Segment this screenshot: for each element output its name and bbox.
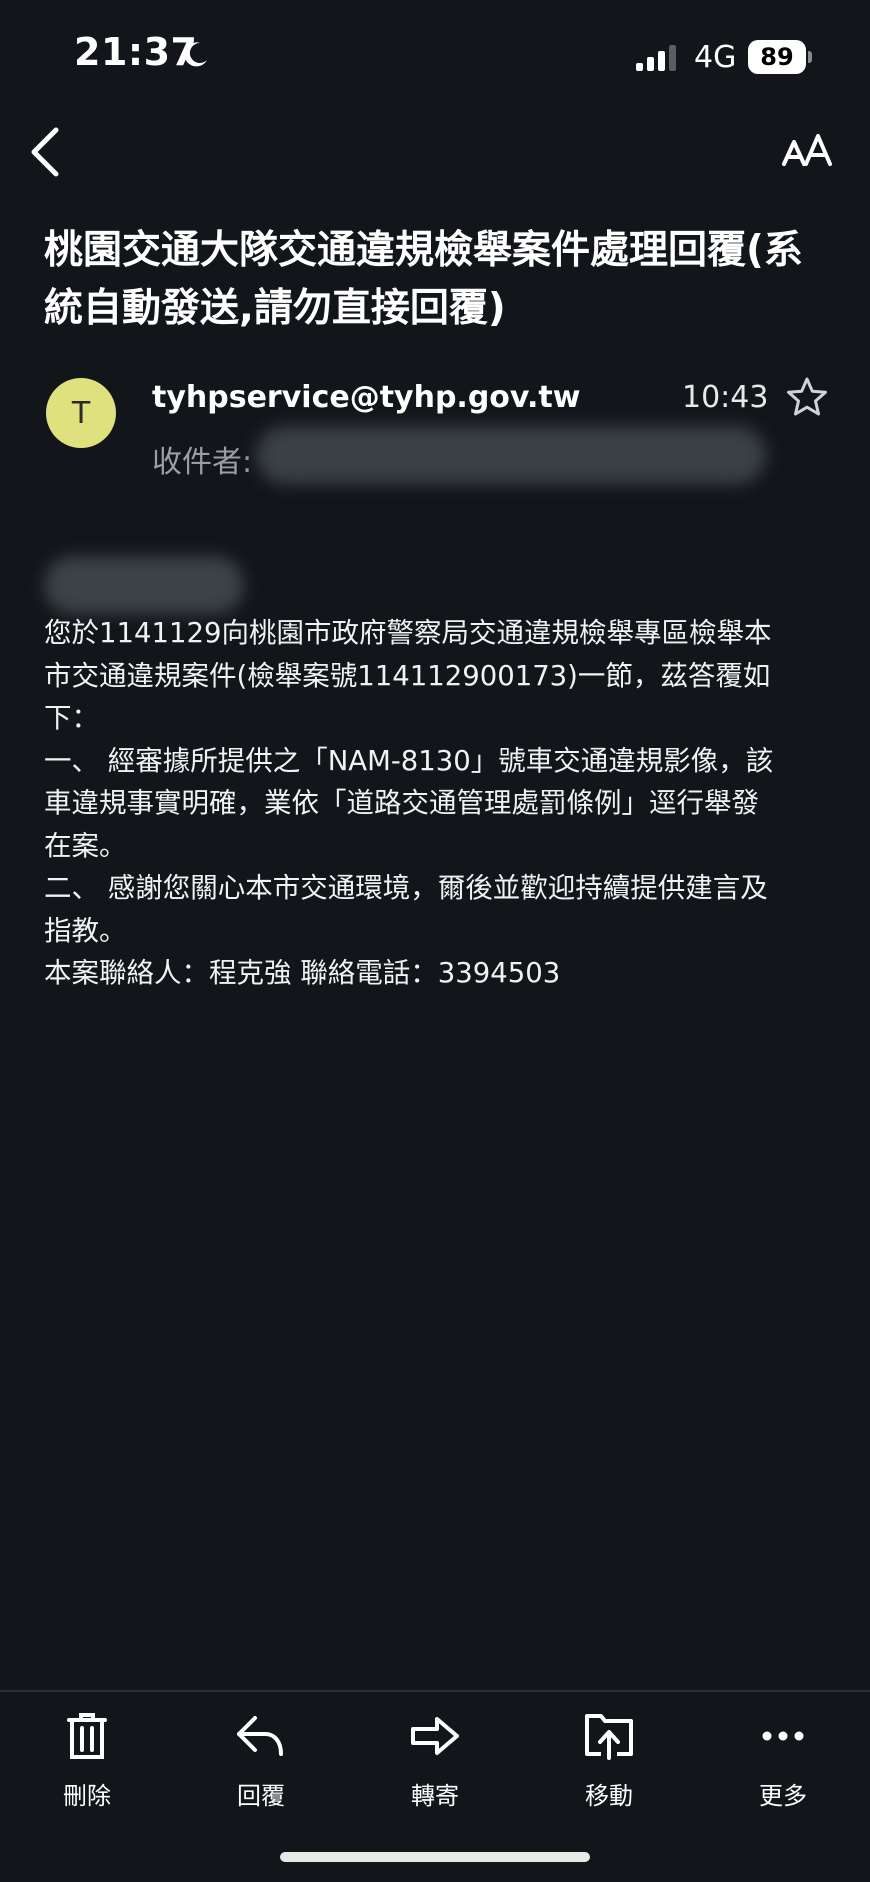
delete-button[interactable]: 刪除 [27,1710,147,1811]
sender-address[interactable]: tyhpservice@tyhp.gov.tw [152,380,580,415]
forward-button[interactable]: 轉寄 [375,1710,495,1811]
back-chevron-icon[interactable] [26,124,66,180]
more-dots-icon [762,1731,804,1741]
move-button[interactable]: 移動 [549,1710,669,1811]
body-line: 車違規事實明確，業依「道路交通管理處罰條例」逕行舉發 [44,787,759,819]
status-time: 21:37 [74,30,198,74]
sender-avatar[interactable]: T [46,378,116,448]
email-body: 您於1141129向桃園市政府警察局交通違規檢舉專區檢舉本 市交通違規案件(檢舉… [44,612,834,995]
body-line: 您於1141129向桃園市政府警察局交通違規檢舉專區檢舉本 [44,617,772,649]
body-line: 一、 經審據所提供之「NAM-8130」號車交通違規影像，該 [44,744,774,777]
body-line: 在案。 [44,829,127,862]
toolbar-divider [0,1690,870,1692]
body-line: 市交通違規案件(檢舉案號114112900173)一節，茲答覆如 [44,659,771,692]
body-line: 下： [44,702,99,734]
network-type: 4G [694,40,737,75]
reply-button[interactable]: 回覆 [201,1710,321,1811]
move-folder-icon [585,1714,633,1760]
trash-icon [67,1713,107,1759]
home-indicator[interactable] [280,1852,590,1862]
reply-icon [237,1716,283,1756]
redacted-recipient [256,426,766,484]
cellular-signal-icon [636,45,676,71]
body-line: 指教。 [44,914,127,947]
redacted-greeting [44,556,244,614]
body-line: 本案聯絡人：程克強 聯絡電話：3394503 [44,957,561,989]
reply-label: 回覆 [237,1782,285,1810]
delete-label: 刪除 [63,1782,111,1810]
recipient-label[interactable]: 收件者: [152,437,252,481]
body-line: 二、 感謝您關心本市交通環境，爾後並歡迎持續提供建言及 [44,872,768,904]
more-button[interactable]: 更多 [723,1710,843,1811]
move-label: 移動 [585,1782,633,1810]
star-icon[interactable] [786,376,828,418]
forward-arrow-icon [411,1717,459,1755]
email-subject: 桃園交通大隊交通違規檢舉案件處理回覆(系統自動發送,請勿直接回覆) [44,228,803,331]
battery-level: 89 [748,40,806,74]
battery-icon: 89 [748,40,812,76]
forward-label: 轉寄 [411,1782,459,1810]
moon-icon [184,42,207,67]
more-label: 更多 [759,1782,807,1810]
text-size-icon[interactable] [782,132,834,172]
email-time: 10:43 [682,380,769,415]
